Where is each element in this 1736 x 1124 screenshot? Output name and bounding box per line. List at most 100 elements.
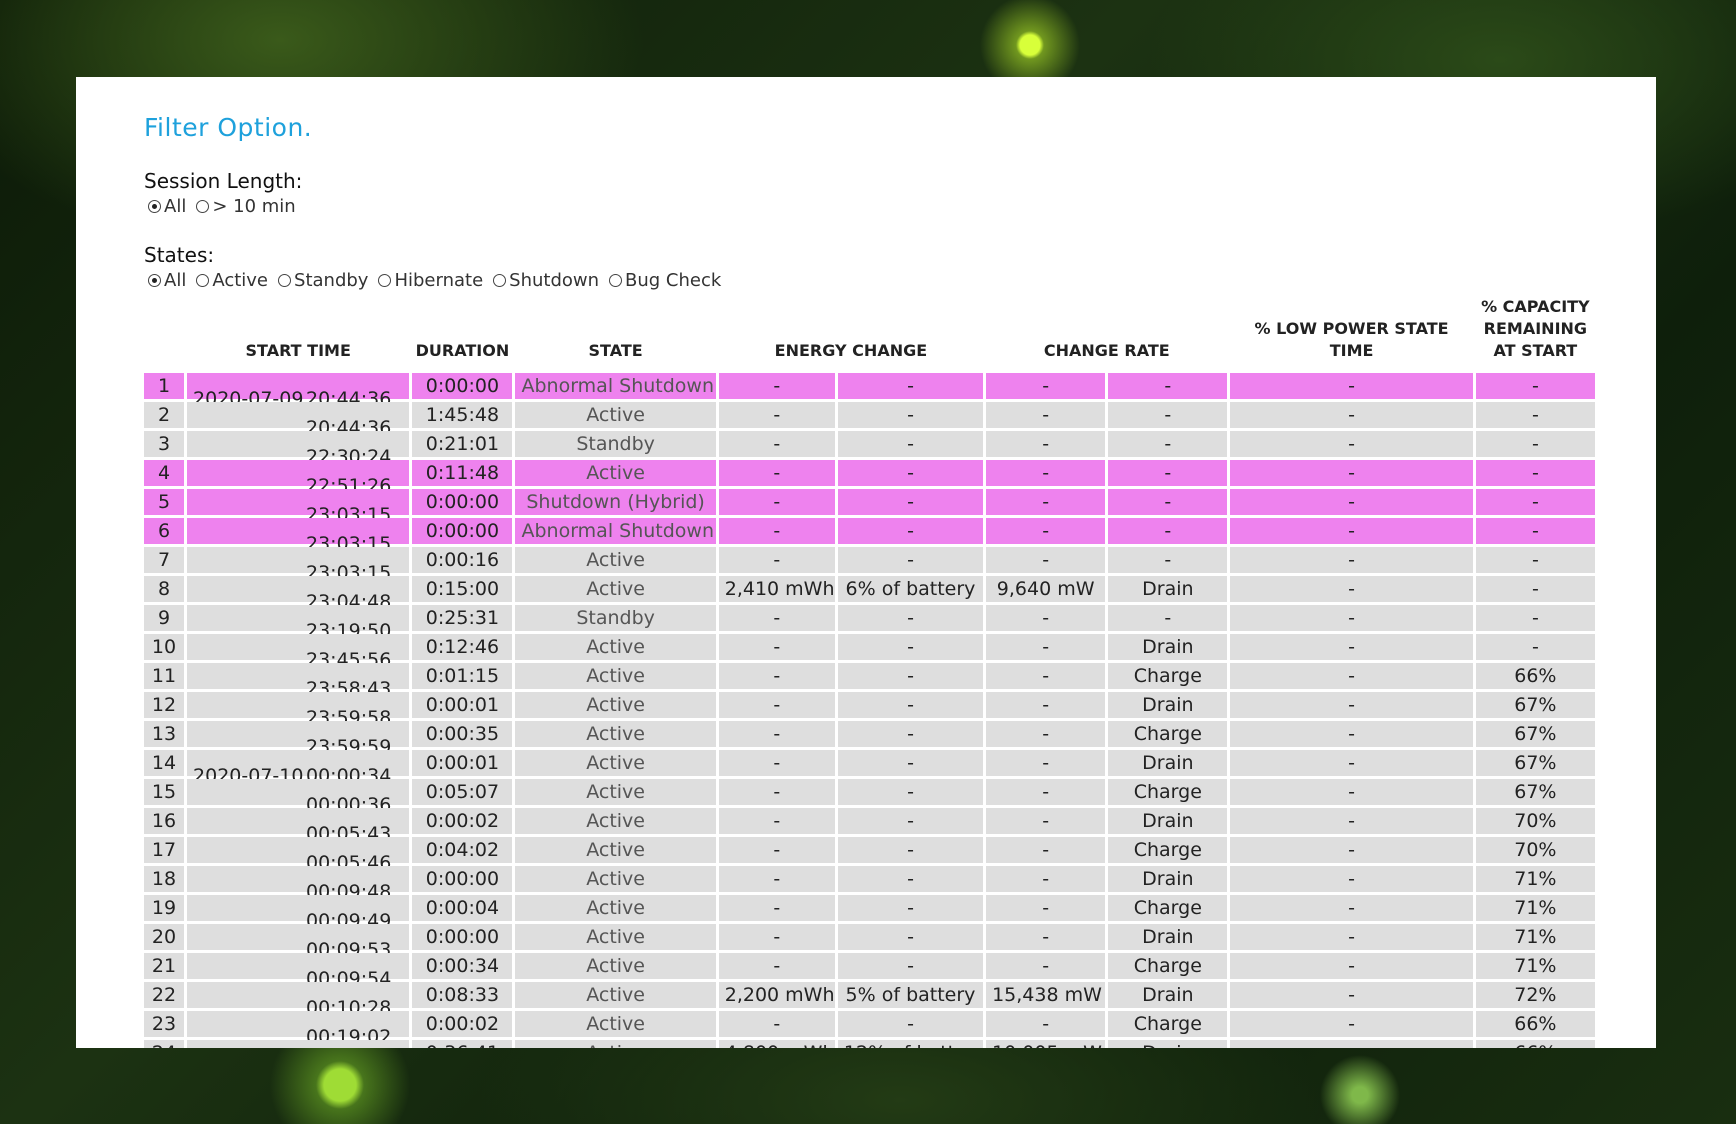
session-length-option[interactable]: All <box>148 196 186 217</box>
low-power-cell: - <box>1230 982 1473 1008</box>
low-power-cell: - <box>1230 779 1473 805</box>
header-state: STATE <box>588 341 643 360</box>
state-cell: Active <box>515 982 716 1008</box>
energy-change-cell: - <box>718 837 835 863</box>
low-power-cell: - <box>1230 547 1473 573</box>
state-filter-option-label: Shutdown <box>509 270 600 291</box>
header-capacity-line3: AT START <box>1493 341 1578 360</box>
capacity-cell: - <box>1475 518 1595 544</box>
low-power-cell: - <box>1230 1040 1473 1048</box>
duration-cell: 0:00:01 <box>412 750 513 776</box>
duration-cell: 0:00:04 <box>412 895 513 921</box>
capacity-cell: - <box>1475 489 1595 515</box>
row-number-cell: 21 <box>144 953 185 979</box>
table-row: 7 23:03:15 0:00:16 Active - - - - - - <box>144 547 1595 584</box>
battery-percent-cell: - <box>837 721 984 747</box>
row-number-cell: 18 <box>144 866 185 892</box>
radio-unchecked-icon[interactable] <box>378 274 392 287</box>
capacity-cell: 67% <box>1475 779 1595 805</box>
duration-cell: 0:04:02 <box>412 837 513 863</box>
battery-percent-cell: - <box>837 808 984 834</box>
energy-change-cell: - <box>718 692 835 718</box>
radio-checked-icon[interactable] <box>148 200 161 213</box>
drain-charge-cell: - <box>1108 547 1228 573</box>
drain-charge-cell: - <box>1108 605 1228 631</box>
low-power-cell: - <box>1230 721 1473 747</box>
table-row: 15 00:00:36 0:05:07 Active - - - Charge -67% <box>144 779 1595 816</box>
change-rate-cell: - <box>986 518 1106 544</box>
state-filter-option[interactable]: Active <box>196 270 268 291</box>
drain-charge-cell: Charge <box>1108 953 1228 979</box>
change-rate-cell: - <box>986 953 1106 979</box>
state-cell: Active <box>515 460 716 486</box>
row-number-cell: 23 <box>144 1011 185 1037</box>
battery-percent-cell: 5% of battery <box>837 982 984 1008</box>
state-filter-option-label: Active <box>212 270 269 291</box>
row-number-cell: 4 <box>144 460 185 486</box>
low-power-cell: - <box>1230 489 1473 515</box>
start-time-cell: 20:44:36 <box>187 402 410 439</box>
energy-change-cell: 2,410 mWh <box>718 576 835 602</box>
low-power-cell: - <box>1230 605 1473 631</box>
row-number-cell: 10 <box>144 634 185 660</box>
start-time-cell: 00:09:48 <box>187 866 410 903</box>
change-rate-cell: - <box>986 692 1106 718</box>
row-number-cell: 22 <box>144 982 185 1008</box>
table-row: 6 23:03:15 0:00:00 Abnormal Shutdown - - - - - - <box>144 518 1595 555</box>
battery-percent-cell: 12% of battery <box>837 1040 986 1048</box>
header-capacity: % CAPACITY REMAINING AT START <box>1476 296 1595 370</box>
duration-cell: 0:00:00 <box>412 924 513 950</box>
energy-change-cell: - <box>718 808 835 834</box>
duration-cell: 0:01:15 <box>412 663 513 689</box>
change-rate-cell: - <box>986 895 1106 921</box>
radio-unchecked-icon[interactable] <box>493 274 507 287</box>
radio-checked-icon[interactable] <box>148 274 161 287</box>
energy-change-cell: - <box>718 518 835 544</box>
state-cell: Abnormal Shutdown <box>515 373 716 399</box>
change-rate-cell: - <box>986 663 1106 689</box>
change-rate-cell: - <box>986 634 1106 660</box>
start-time-cell: 00:09:54 <box>187 953 410 990</box>
filter-title: Filter Option. <box>144 113 313 142</box>
states-options: All Active Standby Hibernate Shutdown Bug Che… <box>148 270 731 291</box>
table-row: 20 00:09:53 0:00:00 Active - - - Drain -71% <box>144 924 1595 961</box>
drain-charge-cell: Drain <box>1108 924 1228 950</box>
row-number-cell: 5 <box>144 489 185 515</box>
session-length-option[interactable]: > 10 min <box>196 196 296 217</box>
duration-cell: 0:00:16 <box>412 547 513 573</box>
state-filter-option[interactable]: Hibernate <box>378 270 483 291</box>
state-filter-option[interactable]: Standby <box>278 270 368 291</box>
radio-unchecked-icon[interactable] <box>609 274 623 287</box>
change-rate-cell: 10,005 mW <box>986 1040 1106 1048</box>
state-filter-option[interactable]: Bug Check <box>609 270 721 291</box>
low-power-cell: - <box>1230 576 1473 602</box>
duration-cell: 0:00:00 <box>412 518 513 544</box>
state-filter-option[interactable]: Shutdown <box>493 270 599 291</box>
drain-charge-cell: Charge <box>1108 721 1228 747</box>
start-time-cell: 00:19:02 <box>187 1011 410 1048</box>
state-cell: Shutdown (Hybrid) <box>515 489 716 515</box>
states-label: States: <box>144 243 215 267</box>
header-low-power: % LOW POWER STATE TIME <box>1254 319 1449 360</box>
drain-charge-cell: Charge <box>1108 1011 1228 1037</box>
start-time-cell: 23:59:59 <box>187 721 410 758</box>
header-change-rate: CHANGE RATE <box>1043 341 1170 360</box>
radio-unchecked-icon[interactable] <box>278 274 292 287</box>
session-length-label: Session Length: <box>144 169 303 193</box>
duration-cell: 0:00:01 <box>412 692 513 718</box>
start-time-cell: 00:09:53 <box>187 924 410 961</box>
row-number-cell: 16 <box>144 808 185 834</box>
change-rate-cell: - <box>986 373 1106 399</box>
change-rate-cell: - <box>986 721 1106 747</box>
radio-unchecked-icon[interactable] <box>196 200 210 213</box>
header-capacity-line2: REMAINING <box>1483 319 1588 338</box>
session-length-options: All > 10 min <box>148 196 306 217</box>
start-time-cell: 23:45:56 <box>187 634 410 671</box>
capacity-cell: - <box>1475 460 1595 486</box>
table-header: START TIME DURATION STATE ENERGY CHANGE … <box>144 296 1595 370</box>
energy-change-cell: - <box>718 663 835 689</box>
state-filter-option[interactable]: All <box>148 270 186 291</box>
table-row: 16 00:05:43 0:00:02 Active - - - Drain -70% <box>144 808 1595 845</box>
state-cell: Active <box>515 808 716 834</box>
radio-unchecked-icon[interactable] <box>196 274 210 287</box>
